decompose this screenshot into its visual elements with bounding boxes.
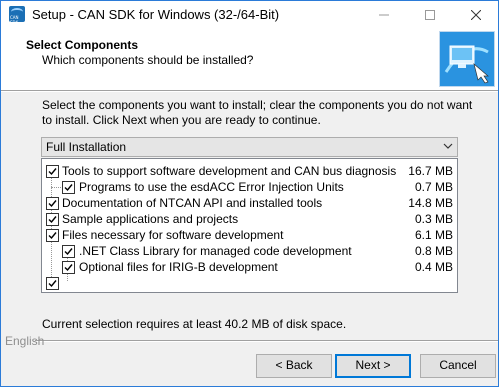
component-label: Sample applications and projects bbox=[62, 212, 239, 226]
component-checkbox[interactable] bbox=[62, 181, 75, 194]
component-label: Programs to use the esdACC Error Injecti… bbox=[79, 180, 344, 194]
wizard-header: Select Components Which components shoul… bbox=[1, 28, 498, 90]
component-checkbox[interactable] bbox=[62, 245, 75, 258]
instructions-text: Select the components you want to instal… bbox=[42, 98, 473, 127]
component-size: 0.8 MB bbox=[414, 244, 453, 258]
component-checkbox[interactable] bbox=[46, 229, 59, 242]
component-label: .NET Class Library for managed code deve… bbox=[79, 244, 352, 258]
maximize-button[interactable] bbox=[407, 1, 452, 28]
close-button[interactable] bbox=[453, 1, 498, 28]
next-button[interactable]: Next > bbox=[335, 354, 411, 378]
disk-space-requirement: Current selection requires at least 40.2… bbox=[42, 317, 347, 331]
chevron-down-icon bbox=[443, 143, 453, 149]
component-size: 0.7 MB bbox=[414, 180, 453, 194]
app-icon-label: CAN SDK bbox=[10, 15, 19, 25]
title-bar[interactable]: CAN SDK Setup - CAN SDK for Windows (32-… bbox=[1, 1, 498, 28]
window-title: Setup - CAN SDK for Windows (32-/64-Bit) bbox=[32, 7, 280, 22]
component-item[interactable]: Documentation of NTCAN API and installed… bbox=[42, 195, 457, 211]
component-checkbox[interactable] bbox=[46, 197, 59, 210]
next-button-label: Next > bbox=[355, 358, 391, 372]
component-label: Tools to support software development an… bbox=[62, 164, 397, 178]
components-list[interactable]: Tools to support software development an… bbox=[41, 158, 458, 293]
component-checkbox[interactable] bbox=[46, 213, 59, 226]
component-label: Virtual CAN FD device driver bbox=[62, 276, 216, 290]
component-checkbox[interactable] bbox=[46, 277, 59, 290]
back-button-label: < Back bbox=[275, 358, 313, 372]
component-item[interactable]: Sample applications and projects 0.3 MB bbox=[42, 211, 457, 227]
component-size: 14.8 MB bbox=[408, 196, 453, 210]
component-item[interactable]: Tools to support software development an… bbox=[42, 163, 457, 179]
component-size: 0.3 MB bbox=[414, 212, 453, 226]
component-checkbox[interactable] bbox=[62, 261, 75, 274]
setup-logo-icon bbox=[439, 31, 495, 87]
component-item[interactable]: Programs to use the esdACC Error Injecti… bbox=[42, 179, 457, 195]
installation-type-select[interactable]: Full Installation bbox=[41, 137, 458, 157]
cancel-button[interactable]: Cancel bbox=[420, 354, 496, 378]
minimize-icon bbox=[378, 14, 389, 16]
maximize-icon bbox=[424, 10, 435, 20]
page-title: Select Components bbox=[26, 38, 139, 52]
language-label: English bbox=[5, 334, 45, 348]
component-label: Files necessary for software development bbox=[62, 228, 284, 242]
app-icon: CAN SDK bbox=[9, 6, 25, 25]
page-subtitle: Which components should be installed? bbox=[42, 53, 254, 67]
installation-type-value: Full Installation bbox=[46, 140, 127, 154]
cancel-button-label: Cancel bbox=[439, 358, 477, 372]
component-size: 6.1 MB bbox=[414, 228, 453, 242]
component-item[interactable]: Files necessary for software development… bbox=[42, 227, 457, 243]
component-item-selected[interactable]: Virtual CAN FD device driver bbox=[42, 275, 457, 291]
back-button[interactable]: < Back bbox=[256, 354, 332, 378]
minimize-button[interactable] bbox=[361, 1, 406, 28]
component-item[interactable]: Optional files for IRIG-B development 0.… bbox=[42, 259, 457, 275]
component-label: Documentation of NTCAN API and installed… bbox=[62, 196, 323, 210]
close-icon bbox=[470, 9, 481, 21]
component-item[interactable]: .NET Class Library for managed code deve… bbox=[42, 243, 457, 259]
component-size: 16.7 MB bbox=[408, 164, 453, 178]
component-size: 0.4 MB bbox=[414, 260, 453, 274]
component-label: Optional files for IRIG-B development bbox=[79, 260, 278, 274]
setup-window: CAN SDK Setup - CAN SDK for Windows (32-… bbox=[0, 0, 499, 387]
component-checkbox[interactable] bbox=[46, 165, 59, 178]
